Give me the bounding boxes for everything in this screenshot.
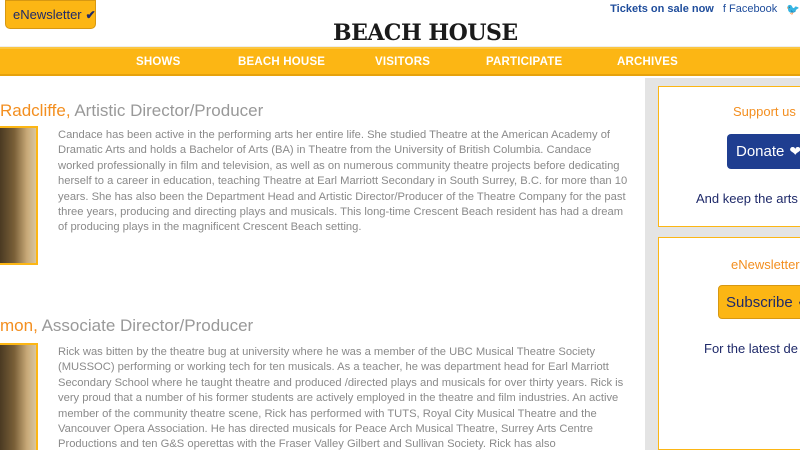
donate-button[interactable]: Donate ❤	[727, 134, 800, 169]
enewsletter-text: For the latest de	[704, 341, 798, 356]
nav-item-archives[interactable]: ARCHIVES	[617, 56, 678, 68]
person-role: Artistic Director/Producer	[70, 101, 264, 120]
person-name: mon,	[0, 316, 38, 335]
twitter-icon[interactable]: 🐦	[786, 3, 800, 16]
support-title: Support us	[733, 104, 796, 119]
heart-icon: ❤	[789, 143, 800, 159]
subscribe-button[interactable]: Subscribe ✔	[718, 285, 800, 319]
nav-item-beach-house[interactable]: BEACH HOUSE	[238, 56, 325, 68]
nav-item-shows[interactable]: SHOWS	[136, 56, 180, 68]
person-bio: Candace has been active in the performin…	[58, 129, 628, 234]
person-photo	[0, 343, 38, 450]
nav-item-visitors[interactable]: VISITORS	[375, 56, 430, 68]
person-heading: Radcliffe, Artistic Director/Producer	[0, 101, 263, 121]
enewsletter-label: eNewsletter	[13, 7, 82, 22]
tickets-link[interactable]: Tickets on sale now	[610, 3, 714, 16]
donate-label: Donate	[736, 143, 785, 160]
sidebar: Support us And keep the arts eNewsletter…	[645, 78, 800, 450]
checkmark-icon: ✔	[85, 7, 96, 22]
main-nav: SHOWS BEACH HOUSE VISITORS PARTICIPATE A…	[0, 47, 800, 76]
enewsletter-panel: eNewsletter For the latest de	[658, 237, 800, 450]
enewsletter-title: eNewsletter	[731, 257, 800, 272]
top-links: Tickets on sale now f Facebook 🐦	[610, 3, 800, 16]
enewsletter-button[interactable]: eNewsletter ✔	[5, 0, 96, 29]
person-photo	[0, 126, 38, 265]
site-logo[interactable]: BEACH HOUSE	[333, 20, 518, 46]
facebook-link[interactable]: f Facebook	[723, 3, 777, 16]
person-bio: Rick was bitten by the theatre bug at un…	[58, 346, 624, 450]
person-heading: mon, Associate Director/Producer	[0, 316, 253, 336]
subscribe-label: Subscribe	[726, 293, 793, 311]
person-name: Radcliffe,	[0, 101, 71, 120]
person-role: Associate Director/Producer	[37, 316, 254, 335]
nav-item-participate[interactable]: PARTICIPATE	[486, 56, 562, 68]
support-text: And keep the arts	[696, 191, 798, 206]
